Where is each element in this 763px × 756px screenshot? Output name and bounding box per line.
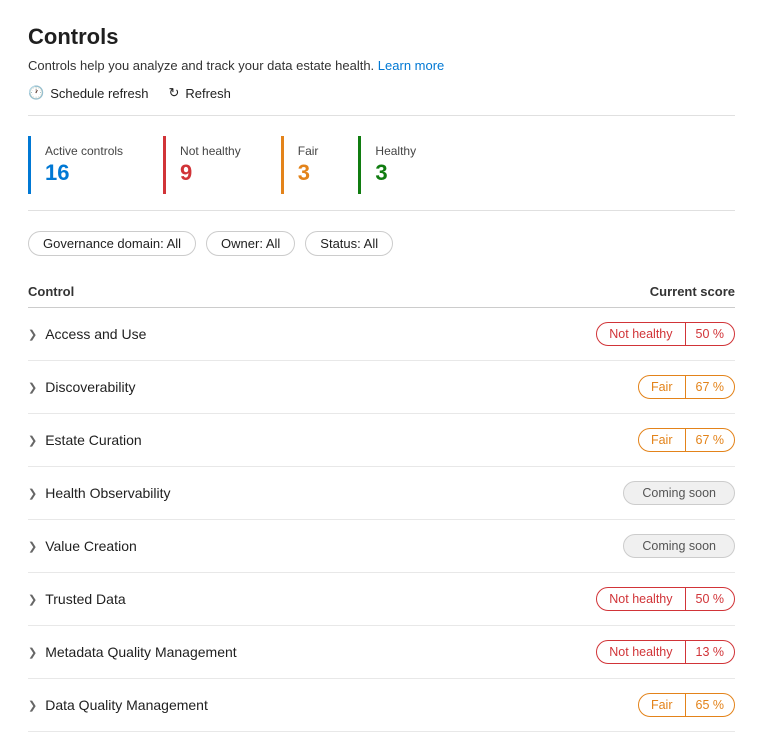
table-row[interactable]: ❯ Value Creation Coming soon xyxy=(28,520,735,573)
stat-item-0: Active controls 16 xyxy=(28,136,163,194)
stat-item-1: Not healthy 9 xyxy=(163,136,281,194)
stat-item-3: Healthy 3 xyxy=(358,136,456,194)
page-subtitle: Controls help you analyze and track your… xyxy=(28,58,735,73)
refresh-button[interactable]: ↻ Refresh xyxy=(168,85,230,101)
chevron-right-icon: ❯ xyxy=(28,699,37,712)
chevron-right-icon: ❯ xyxy=(28,328,37,341)
score-badge: Not healthy 13 % xyxy=(596,640,735,664)
table-row[interactable]: ❯ Data Quality Management Fair 65 % xyxy=(28,679,735,732)
table-body: ❯ Access and Use Not healthy 50 % ❯ Disc… xyxy=(28,308,735,732)
table-row[interactable]: ❯ Estate Curation Fair 67 % xyxy=(28,414,735,467)
schedule-icon: 🕐 xyxy=(28,85,44,101)
chevron-right-icon: ❯ xyxy=(28,487,37,500)
stats-row: Active controls 16 Not healthy 9 Fair 3 … xyxy=(28,136,735,211)
row-name-2: ❯ Estate Curation xyxy=(28,432,142,448)
row-name-4: ❯ Value Creation xyxy=(28,538,137,554)
score-badge: Fair 65 % xyxy=(638,693,735,717)
filters-row: Governance domain: All Owner: All Status: … xyxy=(28,231,735,256)
stat-value-0: 16 xyxy=(45,160,123,186)
table-row[interactable]: ❯ Health Observability Coming soon xyxy=(28,467,735,520)
learn-more-link[interactable]: Learn more xyxy=(378,58,444,73)
filter-chip-1[interactable]: Owner: All xyxy=(206,231,295,256)
stat-value-1: 9 xyxy=(180,160,241,186)
row-name-5: ❯ Trusted Data xyxy=(28,591,126,607)
stat-label-2: Fair xyxy=(298,144,319,158)
score-badge: Fair 67 % xyxy=(638,375,735,399)
table-row[interactable]: ❯ Metadata Quality Management Not health… xyxy=(28,626,735,679)
stat-label-1: Not healthy xyxy=(180,144,241,158)
score-badge: Fair 67 % xyxy=(638,428,735,452)
table-header: Control Current score xyxy=(28,276,735,308)
chevron-right-icon: ❯ xyxy=(28,593,37,606)
stat-value-3: 3 xyxy=(375,160,416,186)
score-badge: Coming soon xyxy=(623,481,735,505)
table-row[interactable]: ❯ Trusted Data Not healthy 50 % xyxy=(28,573,735,626)
filter-chip-2[interactable]: Status: All xyxy=(305,231,393,256)
row-name-7: ❯ Data Quality Management xyxy=(28,697,208,713)
chevron-right-icon: ❯ xyxy=(28,434,37,447)
schedule-refresh-button[interactable]: 🕐 Schedule refresh xyxy=(28,85,148,101)
toolbar: 🕐 Schedule refresh ↻ Refresh xyxy=(28,85,735,116)
page-title: Controls xyxy=(28,24,735,50)
stat-label-3: Healthy xyxy=(375,144,416,158)
stat-label-0: Active controls xyxy=(45,144,123,158)
filter-chip-0[interactable]: Governance domain: All xyxy=(28,231,196,256)
score-badge: Not healthy 50 % xyxy=(596,322,735,346)
controls-table: Control Current score ❯ Access and Use N… xyxy=(28,276,735,732)
row-name-6: ❯ Metadata Quality Management xyxy=(28,644,237,660)
table-row[interactable]: ❯ Access and Use Not healthy 50 % xyxy=(28,308,735,361)
stat-value-2: 3 xyxy=(298,160,319,186)
row-name-3: ❯ Health Observability xyxy=(28,485,171,501)
chevron-right-icon: ❯ xyxy=(28,646,37,659)
chevron-right-icon: ❯ xyxy=(28,540,37,553)
row-name-1: ❯ Discoverability xyxy=(28,379,135,395)
chevron-right-icon: ❯ xyxy=(28,381,37,394)
table-row[interactable]: ❯ Discoverability Fair 67 % xyxy=(28,361,735,414)
refresh-icon: ↻ xyxy=(168,85,179,101)
stat-item-2: Fair 3 xyxy=(281,136,359,194)
score-badge: Not healthy 50 % xyxy=(596,587,735,611)
row-name-0: ❯ Access and Use xyxy=(28,326,146,342)
score-badge: Coming soon xyxy=(623,534,735,558)
